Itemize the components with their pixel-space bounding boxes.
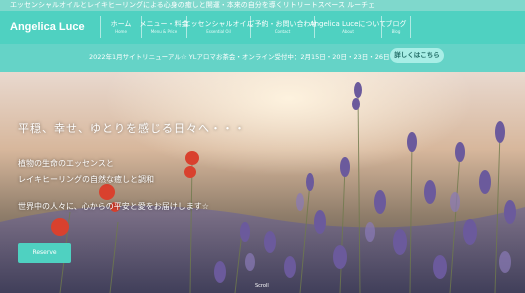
nav-item-menu-price[interactable]: メニュー・料金 Menu & Price [139, 16, 189, 38]
nav-item-sublabel: About [342, 28, 354, 34]
nav-item-contact[interactable]: ご予約・お問い合わせ Contact [248, 16, 318, 38]
nav-item-sublabel: Menu & Price [150, 28, 178, 34]
notice-text: 2022年1月サイトリニューアル☆ YLアロマお茶会・オンライン受付中：2月15… [89, 53, 390, 61]
top-announcement-text: エッセンシャルオイルとレイキヒーリングによる心身の癒しと開運・本来の自分を導くリ… [10, 1, 376, 9]
nav-item-essential-oil[interactable]: エッセンシャルオイル Essential Oil [184, 16, 254, 38]
nav-item-label: ホーム [110, 19, 132, 28]
scroll-indicator[interactable]: Scroll [255, 283, 269, 289]
site-header: Angelica Luce ホーム Home メニュー・料金 Menu & Pr… [0, 11, 525, 44]
nav-item-label: ご予約・お問い合わせ [247, 19, 318, 28]
nav-item-home[interactable]: ホーム Home [100, 16, 141, 38]
nav-item-sublabel: Home [115, 28, 127, 34]
nav-item-label: メニュー・料金 [139, 19, 189, 28]
site-logo[interactable]: Angelica Luce [10, 21, 85, 33]
notice-details-button[interactable]: 詳しくはこちら [390, 48, 444, 63]
hero-title: 平穏、幸せ、ゆとりを感じる日々へ・・・ [18, 122, 246, 135]
hero-section: 平穏、幸せ、ゆとりを感じる日々へ・・・ 植物の生命のエッセンスと レイキヒーリン… [0, 72, 525, 293]
nav-item-sublabel: Contact [274, 28, 291, 34]
hero-text-line: レイキヒーリングの自然な癒しと調和 [18, 175, 154, 184]
nav-item-label: ブログ [385, 19, 407, 28]
top-announcement-bar: エッセンシャルオイルとレイキヒーリングによる心身の癒しと開運・本来の自分を導くリ… [0, 0, 525, 11]
main-nav: ホーム Home メニュー・料金 Menu & Price エッセンシャルオイル… [100, 16, 411, 38]
reserve-button[interactable]: Reserve [18, 243, 71, 263]
nav-item-sublabel: Blog [391, 28, 401, 34]
hero-text-line: 世界中の人々に、心からの平安と愛をお届けします☆ [18, 202, 209, 211]
nav-item-sublabel: Essential Oil [206, 28, 231, 34]
hero-text-line: 植物の生命のエッセンスと [18, 159, 114, 168]
nav-item-label: Angelica Luceについて [309, 19, 387, 28]
nav-item-about[interactable]: Angelica Luceについて About [310, 16, 386, 38]
nav-item-blog[interactable]: ブログ Blog [381, 16, 411, 38]
notice-bar: 2022年1月サイトリニューアル☆ YLアロマお茶会・オンライン受付中：2月15… [0, 44, 525, 72]
nav-item-label: エッセンシャルオイル [183, 19, 254, 28]
